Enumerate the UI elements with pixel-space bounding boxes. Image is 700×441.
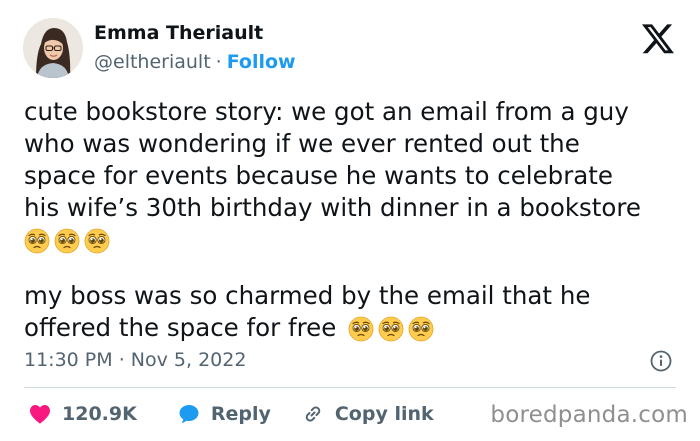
- pleading-face-emoji: [378, 316, 404, 342]
- tweet-line: his wife’s 30th birthday with dinner in …: [24, 193, 642, 222]
- tweet-timestamp[interactable]: 11:30 PM · Nov 5, 2022: [24, 349, 246, 371]
- reply-label: Reply: [210, 403, 271, 425]
- timestamp-separator: ·: [118, 349, 125, 371]
- tweet-line: cute bookstore story: we got an email fr…: [24, 97, 629, 126]
- handle-separator: ·: [215, 51, 222, 73]
- author-name[interactable]: Emma Theriault: [94, 22, 263, 44]
- pleading-face-emoji: [84, 228, 110, 254]
- follow-button[interactable]: Follow: [227, 51, 296, 73]
- divider: [24, 387, 676, 388]
- pleading-face-emoji: [408, 316, 434, 342]
- author-handle[interactable]: @eltheriault: [94, 51, 211, 73]
- copy-link-label: Copy link: [334, 403, 434, 425]
- tweet-line-with-emojis: offered the space for free: [24, 312, 688, 344]
- tweet-text: cute bookstore story: we got an email fr…: [24, 96, 688, 344]
- reply-bubble-icon: [179, 405, 199, 424]
- link-icon: [305, 406, 321, 422]
- tweet-date: Nov 5, 2022: [130, 349, 247, 371]
- copy-link-button[interactable]: Copy link: [301, 402, 434, 426]
- like-count: 120.9K: [62, 403, 137, 425]
- author-handle-row: @eltheriault · Follow: [94, 51, 296, 73]
- x-logo-icon[interactable]: [642, 24, 674, 54]
- tweet-actions: 120.9K Reply Copy link: [28, 400, 434, 428]
- emoji-row: [24, 224, 688, 256]
- heart-icon: [30, 405, 50, 424]
- tweet-time: 11:30 PM: [24, 349, 113, 371]
- pleading-face-emoji: [54, 228, 80, 254]
- info-icon[interactable]: [650, 350, 672, 372]
- reply-button[interactable]: Reply: [177, 402, 271, 426]
- tweet-line: who was wondering if we ever rented out …: [24, 129, 580, 158]
- tweet-line: my boss was so charmed by the email that…: [24, 281, 591, 310]
- watermark: boredpanda.com: [490, 402, 688, 428]
- avatar[interactable]: [23, 18, 83, 78]
- pleading-face-emoji: [348, 316, 374, 342]
- tweet-line: space for events because he wants to cel…: [24, 161, 613, 190]
- avatar-image: [23, 18, 83, 78]
- tweet-line: offered the space for free: [24, 313, 337, 342]
- pleading-face-emoji: [24, 228, 50, 254]
- like-button[interactable]: 120.9K: [28, 402, 137, 426]
